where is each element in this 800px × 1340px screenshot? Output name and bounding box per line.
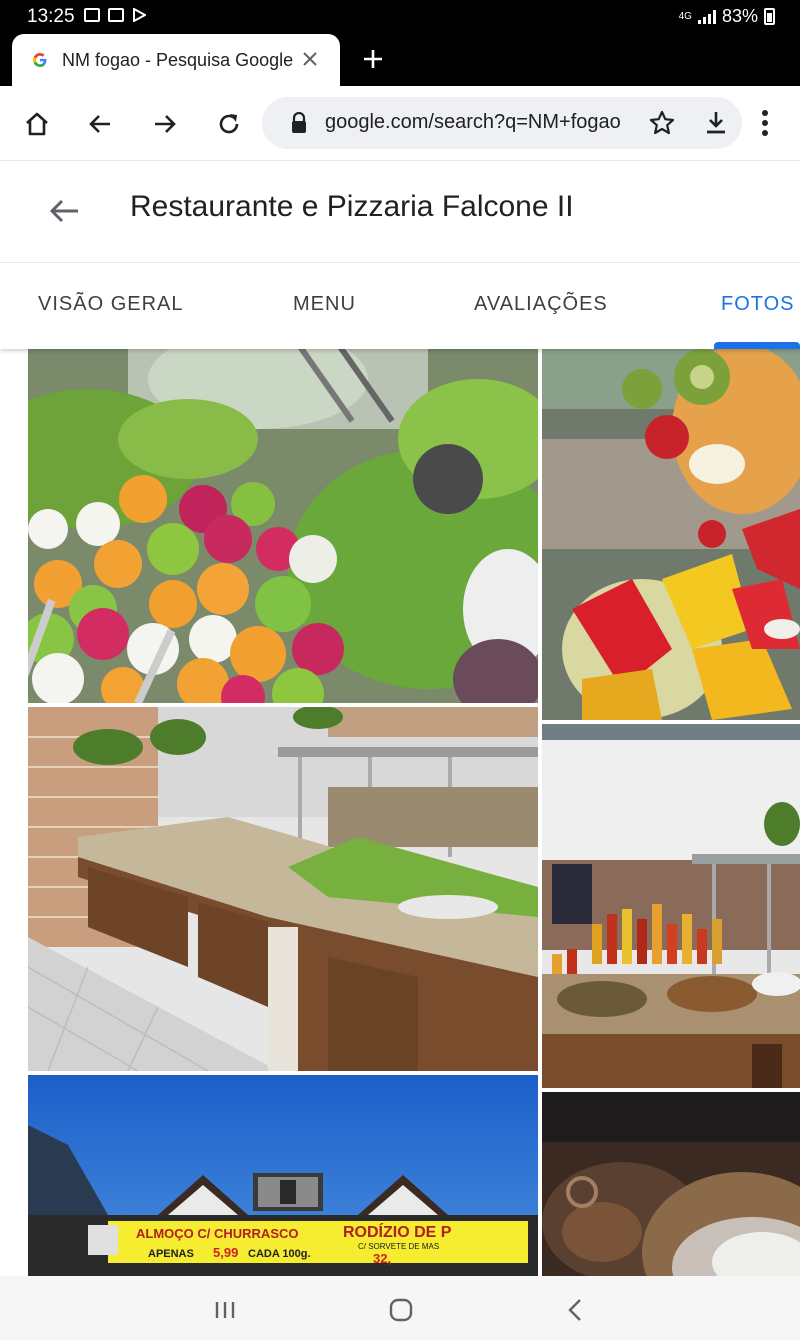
media-notification-icon [132, 7, 148, 23]
active-tab-indicator [714, 342, 800, 349]
photo-salad-bar[interactable] [28, 349, 538, 703]
photo-fruit-platter[interactable] [542, 349, 800, 720]
back-button[interactable] [80, 104, 120, 144]
google-icon [33, 53, 47, 67]
photo-gallery: ALMOÇO C/ CHURRASCO APENAS 5,99 CADA 100… [0, 349, 800, 1276]
gallery-notification-icon [84, 8, 100, 22]
address-bar[interactable]: google.com/search?q=NM+fogao [262, 97, 742, 149]
sign-text-1: ALMOÇO C/ CHURRASCO [136, 1226, 299, 1241]
photo-storefront[interactable]: ALMOÇO C/ CHURRASCO APENAS 5,99 CADA 100… [28, 1075, 538, 1276]
sign-text-3: CADA 100g. [248, 1248, 311, 1260]
tab-menu[interactable]: MENU [293, 293, 356, 316]
section-tabs: VISÃO GERAL MENU AVALIAÇÕES FOTOS [0, 263, 800, 349]
more-icon[interactable] [760, 108, 770, 143]
sign-price-1: 5,99 [213, 1245, 238, 1260]
recent-apps-icon[interactable] [214, 1300, 236, 1325]
battery-icon [764, 8, 775, 25]
back-nav-icon[interactable] [567, 1298, 583, 1327]
notification-icons [84, 7, 148, 23]
place-header: Restaurante e Pizzaria Falcone II [0, 161, 800, 263]
forward-icon [155, 115, 176, 133]
system-nav-bar [0, 1276, 800, 1340]
page-title: Restaurante e Pizzaria Falcone II [130, 190, 574, 223]
sign-text-4: RODÍZIO DE P [343, 1222, 452, 1241]
reload-icon [219, 114, 239, 134]
url-text[interactable]: google.com/search?q=NM+fogao [325, 111, 637, 134]
lock-icon[interactable] [290, 111, 308, 139]
message-notification-icon [108, 8, 124, 22]
plus-icon [364, 50, 382, 68]
tab-reviews[interactable]: AVALIAÇÕES [474, 293, 608, 316]
star-icon[interactable] [648, 109, 676, 142]
browser-tab[interactable]: NM fogao - Pesquisa Google [12, 34, 340, 86]
sign-text-2: APENAS [148, 1248, 194, 1260]
back-arrow-icon[interactable] [46, 193, 82, 234]
tab-strip: NM fogao - Pesquisa Google [0, 34, 800, 86]
back-icon [89, 115, 110, 133]
forward-button[interactable] [145, 104, 185, 144]
home-icon [26, 112, 48, 136]
network-type: 4G [678, 10, 692, 22]
photo-condiments-counter[interactable] [542, 724, 800, 1088]
close-icon[interactable] [302, 47, 318, 73]
browser-toolbar: google.com/search?q=NM+fogao [0, 86, 800, 161]
status-bar: 13:25 4G 83% [0, 0, 800, 34]
home-button[interactable] [17, 104, 57, 144]
signal-icon [697, 9, 716, 24]
reload-button[interactable] [209, 104, 249, 144]
sign-text-5: C/ SORVETE DE MAS [358, 1242, 439, 1251]
download-icon[interactable] [702, 109, 730, 142]
tab-photos[interactable]: FOTOS [721, 293, 795, 316]
home-nav-icon[interactable] [389, 1298, 413, 1327]
status-right: 4G 83% [679, 6, 775, 27]
sign-price-2: 32, [373, 1251, 391, 1266]
photo-dessert[interactable] [542, 1092, 800, 1276]
battery-percent: 83% [721, 6, 758, 26]
new-tab-button[interactable] [360, 42, 384, 75]
status-time: 13:25 [27, 6, 75, 27]
tab-overview[interactable]: VISÃO GERAL [38, 293, 184, 316]
tab-title: NM fogao - Pesquisa Google [62, 49, 294, 70]
photo-buffet-counter[interactable] [28, 707, 538, 1071]
